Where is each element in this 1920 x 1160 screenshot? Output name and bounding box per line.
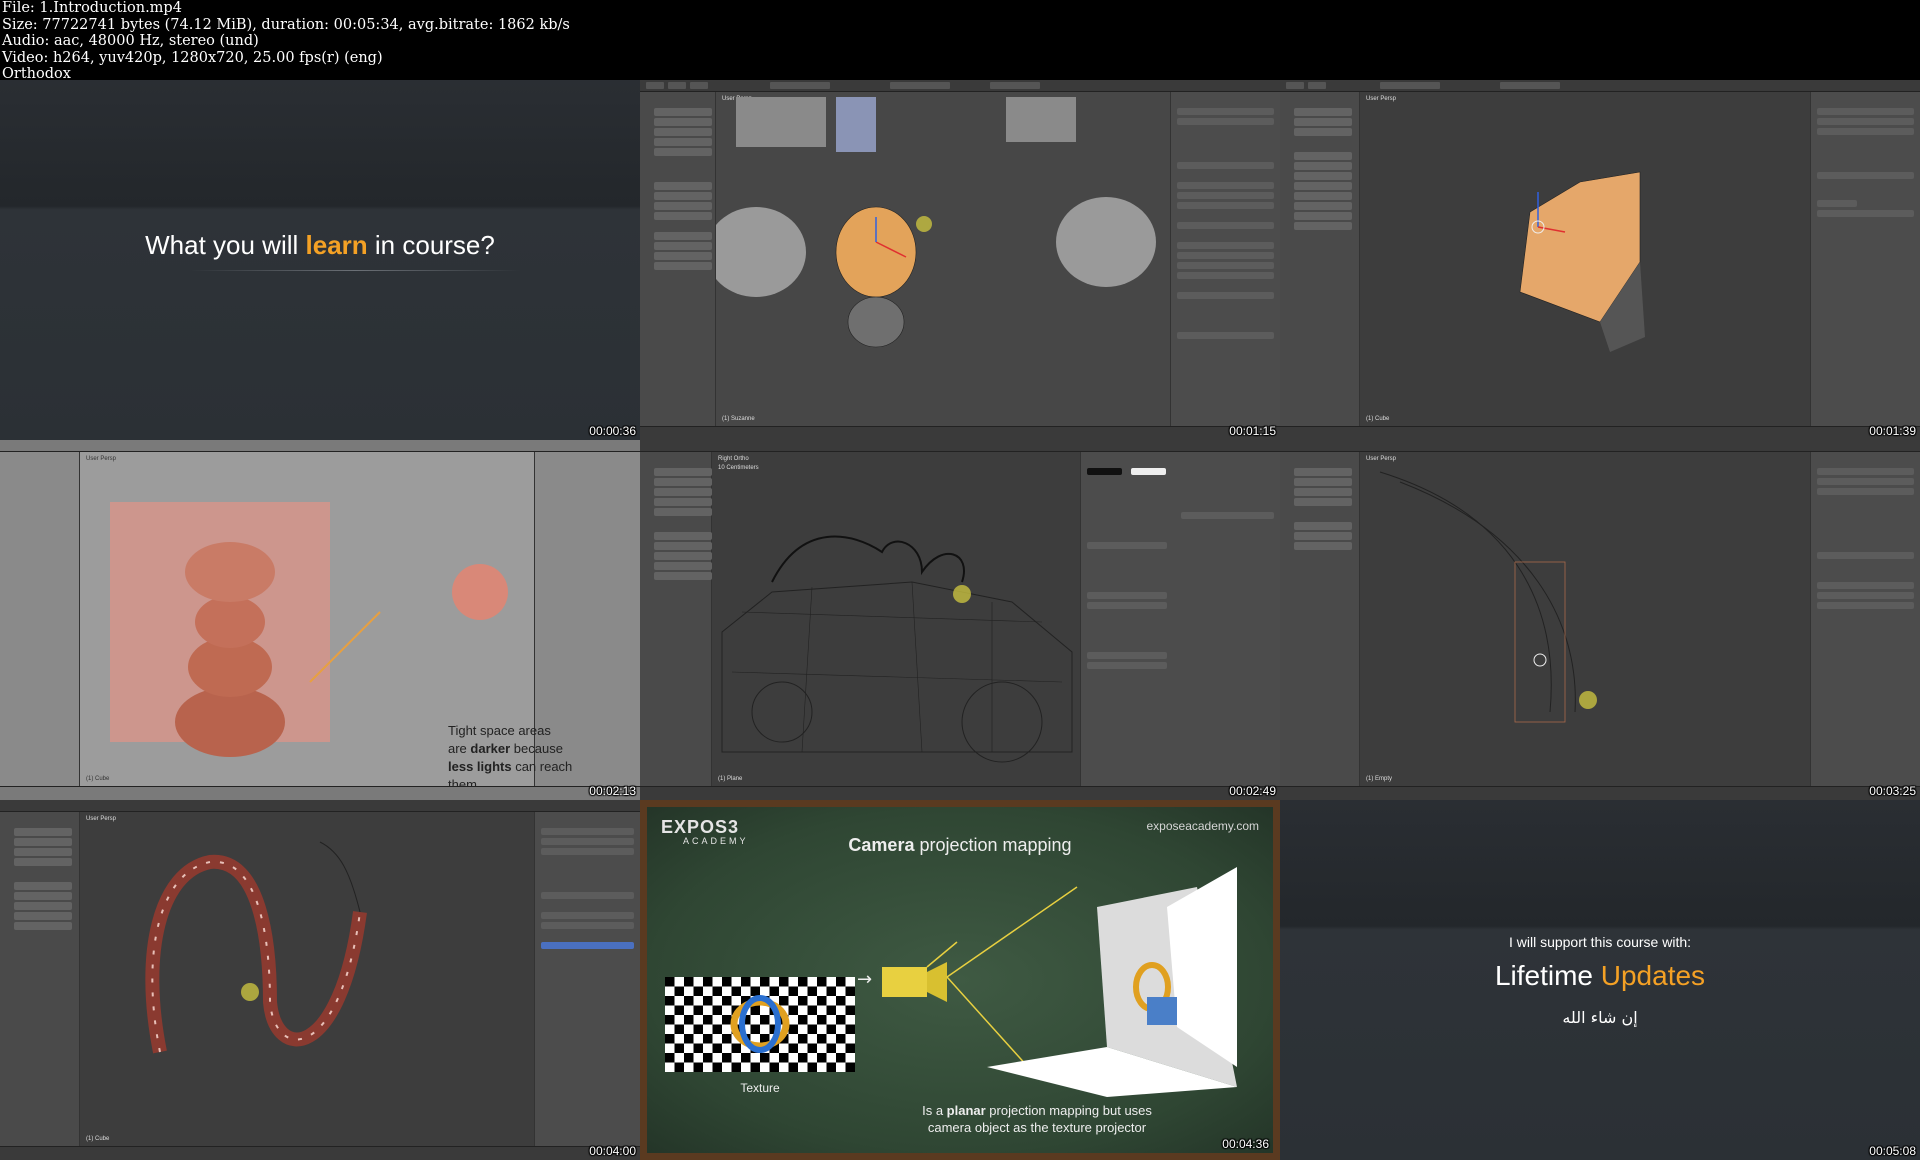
title-underline <box>190 270 520 271</box>
object-label: (1) Cube <box>1366 416 1390 422</box>
ao-explanation: Tight space areas are darker because les… <box>448 723 573 792</box>
properties-panel <box>1810 92 1920 426</box>
chain-scene <box>145 841 367 1054</box>
title-part: What you will <box>145 230 306 260</box>
lifetime-updates-title: Lifetime Updates <box>1494 960 1706 991</box>
blender-menu-bar <box>0 800 640 812</box>
svg-text:→: → <box>857 969 872 990</box>
timestamp: 00:00:36 <box>589 424 636 438</box>
timeline-bar <box>1280 426 1920 440</box>
texture-caption: Texture <box>740 1081 780 1095</box>
projection-diagram: → <box>857 867 1237 1097</box>
timeline-bar <box>1280 786 1920 800</box>
tool-shelf <box>0 452 80 786</box>
audio-info-line: Audio: aac, 48000 Hz, stereo (und) <box>2 33 259 50</box>
blender-menu-bar <box>640 80 1280 92</box>
timeline-bar <box>640 786 1280 800</box>
checker-texture <box>665 977 855 1072</box>
blender-menu-bar <box>1280 440 1920 452</box>
file-size-line: Size: 77722741 bytes (74.12 MiB), durati… <box>2 16 570 33</box>
thumbnail-camera-projection[interactable]: EXPOS3 ACADEMY exposeacademy.com Camera p… <box>640 800 1280 1160</box>
cube-scene <box>1519 171 1645 352</box>
timestamp: 00:01:15 <box>1229 424 1276 438</box>
3d-viewport[interactable]: User Persp (1) Empty <box>1360 452 1810 786</box>
title-accent: learn <box>305 230 368 260</box>
timeline-bar <box>0 1146 640 1160</box>
arabic-phrase: إن شاء الله <box>1562 1008 1638 1027</box>
timestamp: 00:04:36 <box>1222 1137 1269 1151</box>
file-info-header: File: 1.Introduction.mp4 Size: 77722741 … <box>0 0 1920 82</box>
wireframe-scene <box>721 535 1073 763</box>
tool-shelf <box>640 92 716 426</box>
timestamp: 00:02:49 <box>1229 784 1276 798</box>
slide-title: What you will learn in course? <box>0 230 640 261</box>
title-part: in course? <box>367 230 495 260</box>
object-label: (1) Plane <box>718 776 743 782</box>
timeline-bar <box>640 426 1280 440</box>
thumbnail-chain[interactable]: User Persp (1) Cube 00:04:00 <box>0 800 640 1160</box>
curve-scene <box>1379 471 1597 723</box>
tool-shelf <box>1280 92 1360 426</box>
timestamp: 00:04:00 <box>589 1144 636 1158</box>
3d-viewport[interactable]: User Persp (1) Suzanne <box>716 92 1170 426</box>
3d-viewport[interactable]: User Persp (1) Cube <box>80 812 534 1146</box>
tool-shelf <box>1280 452 1360 786</box>
object-label: (1) Suzanne <box>722 416 755 422</box>
tool-shelf <box>0 812 80 1146</box>
blender-menu-bar <box>640 440 1280 452</box>
object-label: (1) Cube <box>86 1136 110 1142</box>
timestamp: 00:01:39 <box>1869 424 1916 438</box>
properties-panel <box>1080 452 1280 786</box>
thumbnail-blender-suzanne[interactable]: User Persp (1) Suzanne 00:01:15 <box>640 80 1280 440</box>
thumbnail-intro-slide[interactable]: What you will learn in course? 00:00:36 <box>0 80 640 440</box>
blender-menu-bar <box>1280 80 1920 92</box>
projection-description: Is a planar projection mapping but uses … <box>922 1103 1152 1135</box>
object-label: (1) Empty <box>1366 776 1393 782</box>
thumbnail-ambient-occlusion[interactable]: User Persp (1) Cube Tight space areas ar… <box>0 440 640 800</box>
thumbnail-wireframe[interactable]: Right Ortho 10 Centimeters (1) Plane 00:… <box>640 440 1280 800</box>
slide-title: Camera projection mapping <box>848 835 1072 855</box>
timestamp: 00:02:13 <box>589 784 636 798</box>
website-label: exposeacademy.com <box>1146 819 1260 833</box>
tool-shelf <box>640 452 712 786</box>
object-label: (1) Cube <box>86 776 110 782</box>
3d-viewport[interactable]: User Persp (1) Cube <box>1360 92 1810 426</box>
blender-menu-bar <box>0 440 640 452</box>
properties-panel <box>1810 452 1920 786</box>
support-line: I will support this course with: <box>1508 934 1692 950</box>
timeline-bar <box>0 786 640 800</box>
timestamp: 00:03:25 <box>1869 784 1916 798</box>
video-info-line: Video: h264, yuv420p, 1280x720, 25.00 fp… <box>2 49 383 66</box>
thumbnail-support-slide[interactable]: I will support this course with: Lifetim… <box>1280 800 1920 1160</box>
properties-panel <box>1170 92 1280 426</box>
thumbnail-blender-cube[interactable]: User Persp (1) Cube 00:01:39 <box>1280 80 1920 440</box>
monkey-scene <box>716 97 1156 348</box>
thumbnail-empty-curve[interactable]: User Persp (1) Empty 00:03:25 <box>1280 440 1920 800</box>
timestamp: 00:05:08 <box>1869 1144 1916 1158</box>
thumbnail-grid: What you will learn in course? 00:00:36 … <box>0 80 1920 1160</box>
file-name-line: File: 1.Introduction.mp4 <box>2 0 182 16</box>
properties-panel <box>534 812 640 1146</box>
3d-viewport[interactable]: Right Ortho 10 Centimeters (1) Plane <box>712 452 1080 786</box>
